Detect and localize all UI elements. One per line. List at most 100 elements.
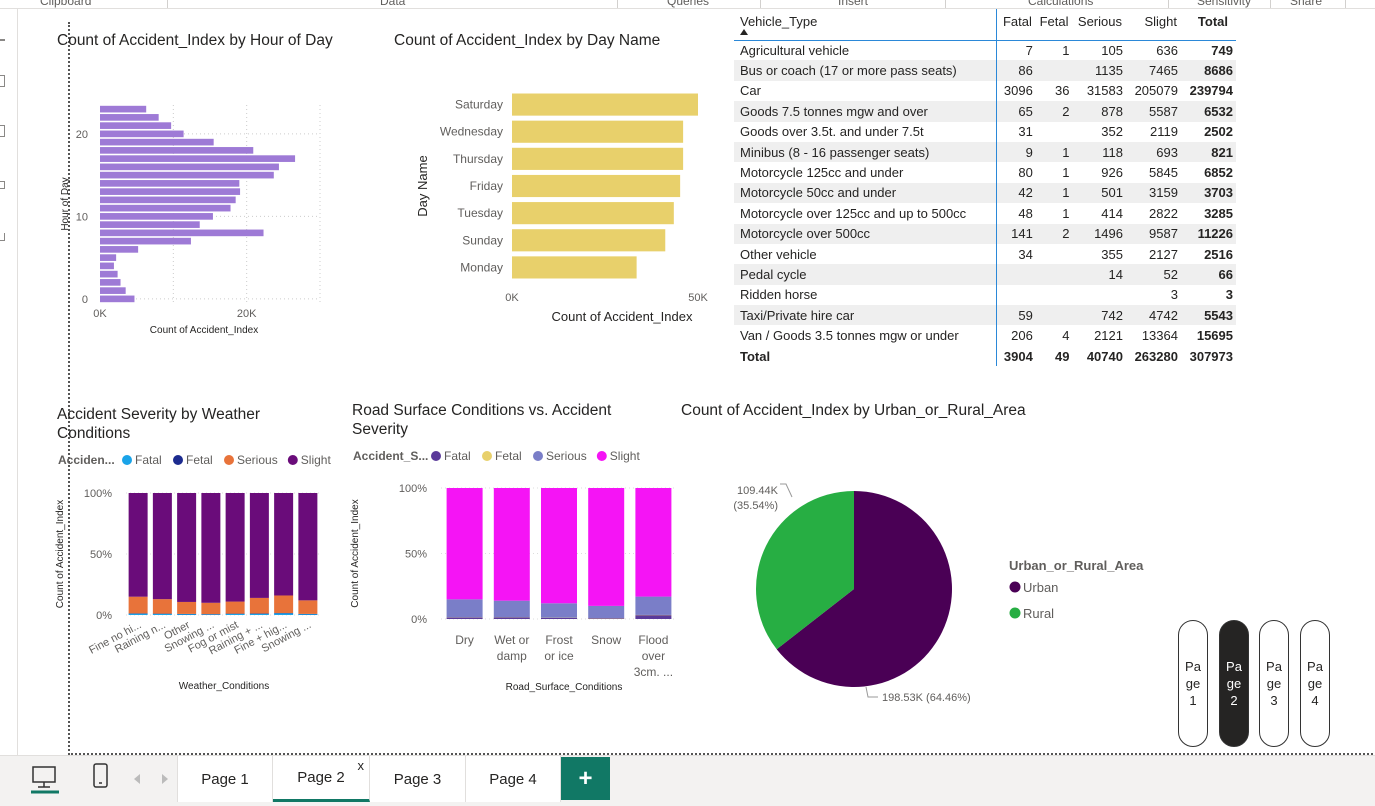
legend-swatch[interactable] — [287, 455, 298, 465]
hour-bar[interactable] — [100, 287, 126, 294]
stacked-segment[interactable] — [225, 613, 245, 615]
table-row[interactable]: Taxi/Private hire car 59 742 4742 5543 — [734, 305, 1236, 326]
close-tab-icon[interactable]: x — [358, 758, 365, 773]
legend-swatch[interactable] — [224, 455, 234, 465]
hour-bar[interactable] — [100, 155, 296, 162]
legend-label[interactable]: Slight — [610, 449, 641, 463]
tab-page-4[interactable]: Page 4 — [466, 756, 561, 802]
stacked-segment[interactable] — [152, 599, 172, 614]
tab-page-1[interactable]: Page 1 — [177, 756, 273, 802]
table-row[interactable]: Motorcycle 125cc and under 80 1 926 5845 6852 — [734, 162, 1236, 183]
stacked-segment[interactable] — [128, 613, 148, 615]
hour-bar[interactable] — [100, 122, 172, 129]
day-bar[interactable] — [512, 120, 684, 143]
legend-swatch[interactable] — [1009, 581, 1021, 593]
matrix-header-cell[interactable]: Slight — [1125, 9, 1181, 41]
hour-bar[interactable] — [100, 262, 114, 270]
hour-bar[interactable] — [100, 295, 135, 303]
table-row[interactable]: Agricultural vehicle 7 1 105 636 749 — [734, 40, 1236, 61]
legend-label[interactable]: Serious — [546, 449, 587, 463]
day-name-chart[interactable]: Count of Accident_Index by Day Name Satu… — [388, 29, 708, 329]
tab-page-2[interactable]: Page 2 x — [273, 756, 370, 802]
table-row[interactable]: Pedal cycle 14 52 66 — [734, 264, 1236, 285]
add-page-button[interactable]: + — [561, 757, 610, 800]
vehicle-type-matrix[interactable]: Vehicle_Type Fatal Fetal Serious Slight Total… — [734, 9, 1240, 367]
hour-bar[interactable] — [100, 114, 159, 121]
tab-page-3[interactable]: Page 3 — [370, 756, 466, 802]
matrix-total-row[interactable]: Total 3904 49 40740 263280 307973 — [734, 345, 1236, 367]
table-row[interactable]: Goods over 3.5t. and under 7.5t 31 352 2119… — [734, 121, 1236, 142]
legend-swatch[interactable] — [1009, 607, 1021, 619]
table-row[interactable]: Motorcycle over 125cc and up to 500cc 48 1… — [734, 203, 1236, 224]
legend-swatch[interactable] — [596, 451, 607, 461]
table-row[interactable]: Motorcycle over 500cc 141 2 1496 9587 11226 — [734, 223, 1236, 244]
hour-bar[interactable] — [100, 196, 236, 204]
table-row[interactable]: Minibus (8 - 16 passenger seats) 9 1 118 693… — [734, 141, 1236, 163]
stacked-segment[interactable] — [493, 617, 530, 619]
legend-label[interactable]: Urban — [1023, 580, 1058, 595]
matrix-header-cell[interactable]: Serious — [1072, 9, 1126, 41]
hour-bar[interactable] — [100, 254, 117, 261]
legend-swatch[interactable] — [533, 451, 543, 461]
nav-button-page-4[interactable]: Pa ge 4 — [1300, 620, 1330, 747]
scroll-left-icon[interactable] — [134, 774, 140, 784]
hour-bar[interactable] — [100, 105, 147, 113]
table-row[interactable]: Motorcycle 50cc and under 42 1 501 3159 3703 — [734, 182, 1236, 204]
legend-label[interactable]: Fetal — [495, 449, 522, 463]
hour-bar[interactable] — [100, 246, 139, 253]
stacked-segment[interactable] — [128, 596, 148, 614]
sort-ascending-icon[interactable] — [740, 29, 748, 35]
matrix-header-cell[interactable]: Fetal — [1035, 9, 1073, 41]
stacked-segment[interactable] — [274, 493, 294, 596]
hour-bar[interactable] — [100, 213, 213, 220]
scroll-right-icon[interactable] — [162, 774, 168, 784]
stacked-segment[interactable] — [541, 617, 577, 619]
hour-bar[interactable] — [100, 163, 279, 171]
matrix-header-cell[interactable]: Total — [1180, 9, 1236, 41]
legend-swatch[interactable] — [173, 455, 183, 465]
nav-button-page-3[interactable]: Pa ge 3 — [1259, 620, 1289, 747]
stacked-segment[interactable] — [177, 601, 197, 614]
table-row[interactable]: Car 3096 36 31583 205079 239794 — [734, 80, 1236, 102]
stacked-segment[interactable] — [201, 493, 221, 603]
stacked-segment[interactable] — [635, 596, 672, 615]
day-bar[interactable] — [512, 256, 637, 279]
stacked-segment[interactable] — [225, 493, 245, 602]
ribbon-group-calculations[interactable]: Calculations — [1028, 0, 1093, 8]
stacked-segment[interactable] — [225, 601, 245, 614]
table-row[interactable]: Bus or coach (17 or more pass seats) 86 11… — [734, 60, 1236, 81]
day-bar[interactable] — [512, 202, 674, 225]
stacked-segment[interactable] — [249, 597, 269, 614]
matrix-header-cell[interactable]: Fatal — [996, 9, 1036, 41]
stacked-segment[interactable] — [201, 602, 221, 615]
stacked-segment[interactable] — [249, 613, 269, 615]
urban-rural-pie-chart[interactable]: Count of Accident_Index by Urban_or_Rura… — [678, 399, 1178, 719]
hour-bar[interactable] — [100, 229, 264, 237]
day-bar[interactable] — [512, 174, 681, 198]
ribbon-group-data[interactable]: Data — [380, 0, 405, 8]
stacked-segment[interactable] — [298, 493, 318, 601]
hour-bar[interactable] — [100, 237, 191, 245]
table-row[interactable]: Other vehicle 34 355 2127 2516 — [734, 243, 1236, 265]
hour-of-day-chart[interactable]: Count of Accident_Index by Hour of Day 0… — [56, 29, 346, 336]
hour-bar[interactable] — [100, 171, 274, 179]
legend-swatch[interactable] — [431, 451, 441, 461]
day-bar[interactable] — [512, 147, 684, 170]
legend-label[interactable]: Rural — [1023, 606, 1054, 621]
stacked-segment[interactable] — [128, 493, 148, 597]
stacked-segment[interactable] — [493, 488, 530, 601]
legend-label[interactable]: Fatal — [135, 453, 162, 467]
hour-bar[interactable] — [100, 138, 214, 146]
legend-label[interactable]: Fetal — [186, 453, 213, 467]
nav-button-page-2[interactable]: Pa ge 2 — [1219, 620, 1249, 747]
hour-bar[interactable] — [100, 188, 241, 195]
ribbon-group-clipboard[interactable]: Clipboard — [40, 0, 91, 8]
stacked-segment[interactable] — [588, 488, 625, 606]
stacked-segment[interactable] — [541, 488, 577, 604]
hour-bar[interactable] — [100, 204, 231, 212]
ribbon-group-queries[interactable]: Queries — [667, 0, 709, 8]
matrix-header-vehicle-type[interactable]: Vehicle_Type — [734, 9, 997, 41]
stacked-segment[interactable] — [446, 488, 483, 600]
stacked-segment[interactable] — [635, 615, 672, 619]
stacked-segment[interactable] — [249, 493, 269, 598]
